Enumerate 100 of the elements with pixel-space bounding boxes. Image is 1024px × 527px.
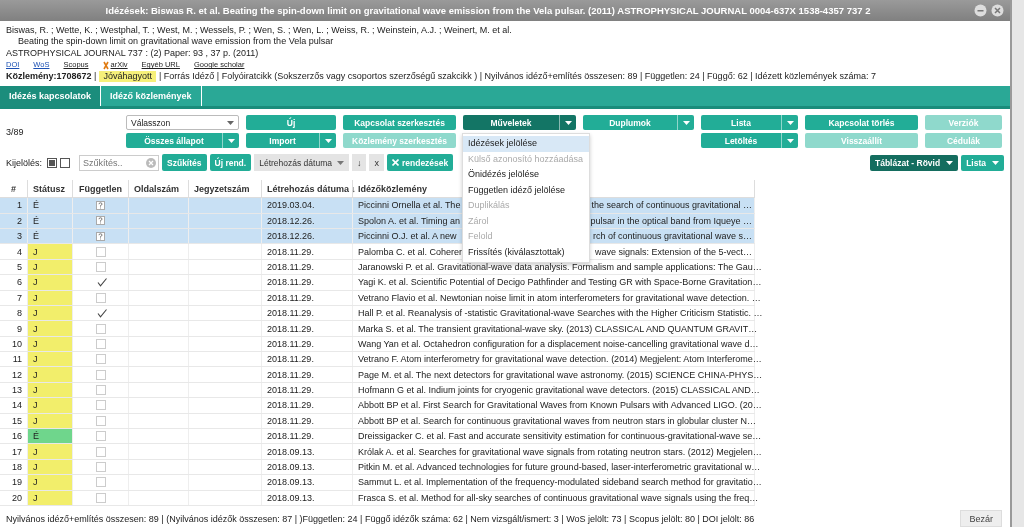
table-cell: 10	[0, 336, 28, 352]
view-button[interactable]: Táblázat - Rövid	[869, 154, 959, 171]
caret-icon	[992, 160, 999, 165]
minimize-icon[interactable]	[974, 3, 987, 17]
table-cell: Spolon A. et al. Timing an	[358, 215, 461, 226]
table-cell: Abbott BP et al. Search for continuous gravitational waves from neutron stars in globular cluster N…	[358, 415, 757, 426]
table-cell: 18	[0, 459, 28, 475]
tab[interactable]: Idézés kapcsolatok	[0, 86, 102, 107]
table-cell: 2018.11.29.	[261, 382, 353, 398]
close-button[interactable]: Bezár	[960, 510, 1002, 527]
table-cell: 13	[0, 382, 28, 398]
table-row[interactable]: 20 J 2018.09.13. Frasca S. et al. Method for all-sky searches of continuous gravitational wave signals using the freq…	[0, 490, 755, 506]
menu-item[interactable]: Frissítés (kiválasztottak)	[463, 244, 589, 260]
table-cell: 6	[0, 274, 28, 291]
window-title: Idézések: Biswas R. et al. Beating the spin-down limit on gravitational wave emission from the Vela pulsar. (2011) ASTROPHYSICAL JOURNAL 0004-637X 1538-4357 737 2	[104, 4, 872, 16]
table-cell: Vetrano F. Atom interferometry for gravitational wave detection. (2014) Megjelent: Atom Interferome…	[358, 354, 762, 365]
checkbox[interactable]	[95, 277, 106, 288]
clear-icon[interactable]	[146, 157, 157, 168]
table-cell: Hall P. et al. Reanalysis of -statistic Gravitational-wave Searches with the Higher Criticism Statistic. …	[358, 308, 763, 319]
table-cell: 15	[0, 413, 28, 429]
table-cell: 2018.11.29.	[261, 336, 353, 352]
table-cell: 4	[0, 243, 28, 260]
close-icon[interactable]	[991, 3, 1004, 17]
table-cell: 2018.11.29.	[261, 351, 353, 367]
status-badge: Jóváhagyott	[99, 70, 156, 83]
menu-item[interactable]: Önidézés jelölése	[463, 167, 589, 183]
table-cell: the search of continuous gravitational …	[591, 200, 752, 211]
table-cell: 2018.11.29.	[261, 397, 353, 414]
table-cell: 2018.11.29.	[261, 259, 353, 275]
table-cell: Dreissigacker C. et al. Fast and accurate sensitivity estimation for continuous-gravitational-wave se…	[358, 431, 762, 442]
table-cell: Piccinni Ornella et al. The	[358, 200, 461, 211]
arxiv-icon	[102, 60, 109, 70]
toolbar-button[interactable]: Műveletek	[463, 115, 576, 131]
table-cell: 2018.09.13.	[261, 474, 353, 491]
column-header[interactable]: Független	[72, 180, 129, 198]
table-cell: 2018.09.13.	[261, 459, 353, 475]
caret-icon	[324, 138, 332, 143]
table-cell: 7	[0, 290, 28, 306]
sort-direction-button[interactable]: ↓	[351, 154, 367, 172]
caret-icon	[336, 160, 344, 165]
caret-icon	[786, 138, 794, 143]
menu-item[interactable]: Idézések jelölése	[463, 136, 589, 152]
caret-icon	[227, 120, 234, 125]
table-cell: 2018.11.29.	[261, 274, 353, 291]
close-icon	[391, 159, 399, 167]
column-header[interactable]: Oldalszám	[128, 180, 189, 198]
table-row[interactable]: 9 J 2018.11.29. Marka S. et al. The transient gravitational-wave sky. (2013) CLASSICAL AND QUANTUM GRAVIT…	[0, 320, 755, 337]
table-cell: Marka S. et al. The transient gravitational-wave sky. (2013) CLASSICAL AND QUANTUM GRAVIT…	[358, 323, 758, 334]
table-cell: pulsar in the optical band from Iqueye …	[590, 215, 752, 226]
table-cell: 9	[0, 320, 28, 337]
table-cell: 8	[0, 305, 28, 321]
table-cell: 19	[0, 474, 28, 491]
table-cell: 14	[0, 397, 28, 414]
column-header[interactable]: #	[0, 180, 28, 198]
publication-title: Beating the spin-down limit on gravitational wave emission from the Vela pulsar	[17, 36, 335, 48]
table-cell: 2018.09.13.	[261, 443, 353, 460]
search-field[interactable]: Szűkítés..	[79, 154, 160, 171]
checkbox[interactable]	[95, 308, 106, 319]
table-cell: 5	[0, 259, 28, 275]
sort-select[interactable]: Létrehozás dátuma	[254, 154, 349, 172]
selection-label: Kijelölés:	[6, 157, 43, 168]
table-cell: Abbott BP et al. First Search for Gravitational Waves from Known Pulsars with Advanced LIGO. (20…	[358, 400, 762, 411]
table-cell: wave signals: Extension of the 5-vect…	[594, 246, 752, 257]
table-cell: 2018.11.29.	[261, 413, 353, 429]
table-cell: Jaranowski P. et al. Gravitational-wave data analysis. Formalism and sample applications: The Gau…	[358, 261, 762, 272]
table-cell: 16	[0, 428, 28, 444]
caret-icon	[227, 138, 235, 143]
table-cell: 2018.09.13.	[261, 490, 353, 506]
record-count: 3/89	[6, 126, 25, 137]
table-cell: 2018.11.29.	[261, 243, 353, 260]
publication-id: Közlemény:1708672 |	[6, 70, 97, 83]
table-cell: Yagi K. et al. Scientific Potential of Decigo Pathfinder and Testing GR with Space-Borne Gravitation…	[358, 277, 762, 288]
table-cell: 12	[0, 367, 28, 383]
caret-icon	[682, 120, 690, 125]
table-cell: 2018.11.29.	[261, 428, 353, 444]
menu-item[interactable]: Független idéző jelölése	[463, 182, 589, 198]
select-all-checkbox[interactable]	[47, 157, 58, 168]
table-cell: 2018.11.29.	[261, 290, 353, 306]
table-cell: 20	[0, 490, 28, 506]
caret-icon	[786, 120, 794, 125]
table-cell: Piccinni O.J. et al. A new	[358, 231, 457, 242]
table-cell: Sammut L. et al. Implementation of the frequency-modulated sideband search method for gravitatio…	[358, 477, 762, 488]
summary-text: Nyilvános idéző+említés összesen: 89 | (Nyilvános idézők összesen: 87 | )Független: 24 | Függő idézők száma: 62 | Nem vizsgált/ismert: 3 | WoS jelölt: 73 | Scopus jelölt: 80 | DOI jelölt: 86	[6, 513, 755, 524]
select-dropdown[interactable]: Válasszon	[126, 115, 239, 131]
column-header[interactable]: Jegyzetszám	[188, 180, 262, 198]
select-none-checkbox[interactable]	[60, 157, 71, 168]
publication-summary: | Forrás Idéző | Folyóiratcikk (Sokszerzős vagy csoportos szerzőségű szakcikk ) | Nyilvános idéző+említés összesen: 89 | Független: 24 | Függő: 62 | Idézett közlemények száma: 7	[158, 70, 877, 83]
author-list: Biswas, R. ; Wette, K. ; Westphal, T. ; West, M. ; Wessels, P. ; Wen, S. ; Wen, L. ; Weiss, R. ; Weinstein, A.J. ; Weinert, M. et al.	[6, 24, 1004, 37]
sort-clear-button[interactable]: x	[369, 154, 384, 172]
table-cell: Page M. et al. The next detectors for gravitational wave astronomy. (2015) SCIENCE CHINA-PHYS…	[358, 369, 763, 380]
column-header[interactable]: Státusz	[27, 180, 73, 198]
table-cell: 11	[0, 351, 28, 367]
caret-icon	[564, 120, 572, 125]
table-cell: 2018.11.29.	[261, 305, 353, 321]
journal-info: ASTROPHYSICAL JOURNAL 737 : (2) Paper: 93 , 37 p. (2011)	[6, 47, 260, 60]
table-row[interactable]: 15 J 2018.11.29. Abbott BP et al. Search for continuous gravitational waves from neutron stars in globular cluster N…	[0, 413, 755, 429]
caret-icon	[946, 160, 954, 165]
column-header[interactable]: Létrehozás dátuma ↓	[261, 180, 353, 198]
table-cell: Królak A. et al. Searches for gravitational wave signals from rotating neutron stars. (2012) Megjelen…	[358, 446, 762, 457]
table-cell: rch of continuous gravitational wave s…	[592, 231, 752, 242]
